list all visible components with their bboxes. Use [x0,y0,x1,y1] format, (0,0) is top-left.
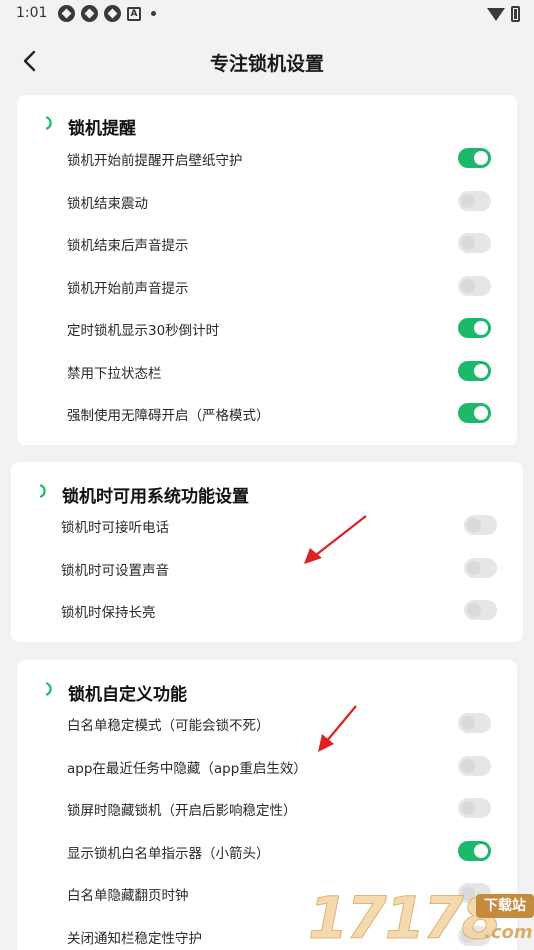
section-arc-icon [45,116,52,130]
section-system-functions: 锁机时可用系统功能设置 锁机时可接听电话 锁机时可设置声音 锁机时保持长亮 [11,462,523,642]
toggle-knob [461,236,475,250]
setting-label: 锁机开始前提醒开启壁纸守护 [67,153,243,169]
setting-label: 锁机时可接听电话 [61,520,169,536]
setting-row[interactable]: 强制使用无障碍开启（严格模式） [17,393,517,435]
toggle-switch[interactable] [458,713,491,733]
toggle-knob [461,278,475,293]
notification-icons: A [58,5,156,22]
watermark-digits: 17178 [308,884,503,950]
setting-row[interactable]: 锁机开始前提醒开启壁纸守护 [17,138,517,180]
status-bar: 1:01 A [0,0,534,28]
section-title: 锁机提醒 [68,119,136,139]
setting-label: 锁机开始前声音提示 [67,280,189,297]
section-lock-reminder: 锁机提醒 锁机开始前提醒开启壁纸守护 锁机结束震动锁机结束后声音提示 锁机开始前声音… [17,95,517,445]
setting-label: 禁用下拉状态栏 [67,365,162,382]
toggle-knob [474,151,488,165]
app-bar: 专注锁机设置 [0,36,534,88]
toggle-switch[interactable] [458,840,491,861]
status-right [487,6,520,22]
toggle-switch[interactable] [458,755,491,776]
setting-label: 强制使用无障碍开启（严格模式） [67,408,270,424]
setting-row[interactable]: 白名单稳定模式（可能会锁不死） [17,703,517,745]
setting-label: 锁机结束震动 [67,195,148,212]
toggle-knob [461,758,475,773]
watermark-domain: .com [484,922,533,943]
toggle-switch[interactable] [458,190,491,211]
toggle-switch[interactable] [458,148,491,168]
dot-icon [151,11,156,16]
toggle-switch[interactable] [458,275,491,296]
watermark-badge: 下载站 [476,894,534,918]
toggle-switch[interactable] [464,600,497,620]
watermark-logo: 17178 下载站 .com [308,884,534,950]
battery-icon [511,6,520,22]
toggle-knob [461,716,475,730]
toggle-switch[interactable] [458,403,491,423]
wifi-icon [487,7,505,21]
section-arc-icon [45,682,52,696]
setting-row[interactable]: 定时锁机显示30秒倒计时 [17,308,517,350]
setting-label: 白名单隐藏翻页时钟 [67,888,189,904]
app-notification-icon [58,5,75,22]
setting-row[interactable]: 锁机结束后声音提示 [17,223,517,265]
toggle-switch[interactable] [464,557,497,578]
setting-label: 锁机结束后声音提示 [67,238,189,254]
setting-label: app在最近任务中隐藏（app重启生效） [67,760,307,777]
setting-label: 显示锁机白名单指示器（小箭头） [67,845,270,862]
toggle-knob [461,193,475,208]
setting-row[interactable]: 锁机时可设置声音 [11,548,523,590]
setting-label: 锁机时保持长亮 [61,605,156,621]
app-notification-icon [81,5,98,22]
section-title: 锁机时可用系统功能设置 [62,487,249,507]
toggle-switch[interactable] [458,318,491,338]
toggle-switch[interactable] [458,360,491,381]
setting-label: 定时锁机显示30秒倒计时 [67,323,220,339]
toggle-knob [467,560,481,575]
status-time: 1:01 [16,5,48,21]
setting-label: 关闭通知栏稳定性守护 [67,930,202,947]
section-arc-icon [39,484,46,498]
toggle-knob [474,406,488,420]
toggle-knob [461,801,475,815]
setting-row[interactable]: 锁机时可接听电话 [11,505,523,547]
a-notification-icon: A [127,6,141,21]
toggle-switch[interactable] [464,515,497,535]
setting-row[interactable]: 锁屏时隐藏锁机（开启后影响稳定性） [17,788,517,830]
toggle-knob [467,518,481,532]
toggle-knob [474,321,488,335]
setting-row[interactable]: app在最近任务中隐藏（app重启生效） [17,746,517,788]
setting-row[interactable]: 锁机时保持长亮 [11,590,523,632]
toggle-knob [474,843,488,858]
toggle-switch[interactable] [458,798,491,818]
setting-row[interactable]: 禁用下拉状态栏 [17,351,517,393]
red-arrow-annotation [304,515,367,564]
red-arrow-annotation [318,705,357,752]
setting-label: 锁屏时隐藏锁机（开启后影响稳定性） [67,803,297,819]
toggle-knob [474,363,488,378]
setting-row[interactable]: 锁机开始前声音提示 [17,266,517,308]
setting-label: 白名单稳定模式（可能会锁不死） [67,718,270,734]
toggle-knob [467,603,481,617]
setting-row[interactable]: 锁机结束震动 [17,181,517,223]
toggle-switch[interactable] [458,233,491,253]
app-notification-icon [104,5,121,22]
section-title: 锁机自定义功能 [68,685,187,705]
setting-row[interactable]: 显示锁机白名单指示器（小箭头） [17,831,517,873]
page-title: 专注锁机设置 [209,53,324,75]
setting-label: 锁机时可设置声音 [61,562,169,579]
